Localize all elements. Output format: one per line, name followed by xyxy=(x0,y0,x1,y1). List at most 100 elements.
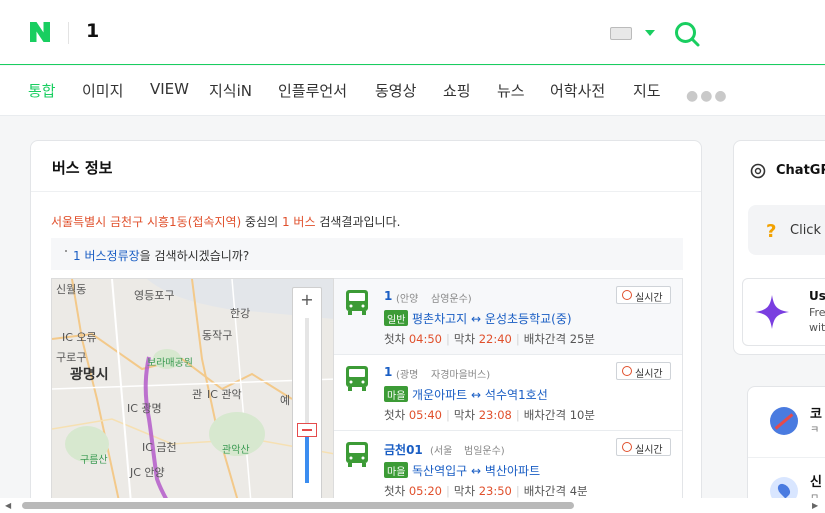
promo-card[interactable]: Use Fre with xyxy=(742,278,825,346)
summary-tail: 검색결과입니다. xyxy=(315,215,401,229)
bus-number[interactable]: 1 xyxy=(384,365,392,379)
route-origin: 개운아파트 xyxy=(412,388,468,402)
bus-number[interactable]: 1 xyxy=(384,289,392,303)
card-title: 버스 정보 xyxy=(52,159,113,177)
clock-icon xyxy=(622,290,632,300)
route-item[interactable]: 1 (광명 자경마을버스) 실시간 마을 개운아파트 ↔ 석수역1호선 첫차 0… xyxy=(334,355,682,431)
search-input[interactable]: 1 xyxy=(86,20,99,42)
promo-title: Use xyxy=(809,289,825,303)
map-label: 한강 xyxy=(230,307,251,320)
map-label: 신월동 xyxy=(56,283,87,296)
clock-icon xyxy=(622,366,632,376)
bus-region: (광명 xyxy=(396,370,419,381)
first-bus-time: 05:40 xyxy=(408,408,442,422)
more-icon[interactable]: ●●● xyxy=(686,88,729,104)
tab-integrated[interactable]: 통합 xyxy=(28,80,56,101)
sparkle-icon xyxy=(755,295,789,329)
map-label: 구름산 xyxy=(80,455,108,466)
tab-view[interactable]: VIEW xyxy=(150,80,189,98)
zoom-in-button[interactable]: + xyxy=(293,290,321,309)
tab-news[interactable]: 뉴스 xyxy=(497,80,525,101)
bus-company: 자경마을버스) xyxy=(431,370,491,381)
tab-dictionary[interactable]: 어학사전 xyxy=(550,80,605,101)
bus-icon xyxy=(346,366,368,391)
map-label: 관 xyxy=(192,388,203,401)
chatgpt-click-box[interactable]: ? Click xyxy=(748,205,825,255)
horizontal-scrollbar[interactable]: ◀ ▶ xyxy=(0,498,825,513)
bus-type-badge: 마을 xyxy=(384,386,409,402)
summary-location[interactable]: 서울특별시 금천구 시흥1동(접속지역) xyxy=(51,215,241,229)
route-item[interactable]: 금천01 (서울 범일운수) 실시간 마을 독산역입구 ↔ 벽산아파트 첫차 0… xyxy=(334,431,682,507)
map-label: 구로구 xyxy=(56,351,87,364)
map-label: IC 오류 xyxy=(62,331,97,344)
first-bus-time: 05:20 xyxy=(408,484,442,498)
bus-interval: 배차간격 10분 xyxy=(523,408,595,422)
route-destination: 벽산아파트 xyxy=(484,464,541,478)
route-map[interactable]: 신월동 영등포구 동작구 구로구 광명시 한강 IC 오류 IC 광명 IC 금… xyxy=(51,278,334,512)
last-label: 막차 xyxy=(453,332,476,346)
bus-type-badge: 일반 xyxy=(384,310,409,326)
keyboard-icon[interactable] xyxy=(610,27,632,40)
stop-search-link[interactable]: 1 버스정류장 xyxy=(73,249,140,263)
route-path: 평촌차고지 ↔ 운성초등학교(중) xyxy=(412,310,572,327)
realtime-button[interactable]: 실시간 xyxy=(616,362,671,380)
scroll-right-icon[interactable]: ▶ xyxy=(812,501,818,510)
arrow-icon: ↔ xyxy=(471,464,482,478)
map-label: JC 안양 xyxy=(130,466,165,479)
map-label: IC 관악 xyxy=(207,388,242,401)
map-label: 동작구 xyxy=(202,329,233,342)
route-times: 첫차 05:20 | 막차 23:50 | 배차간격 4분 xyxy=(384,484,588,498)
realtime-button[interactable]: 실시간 xyxy=(616,286,671,304)
first-label: 첫차 xyxy=(384,332,406,346)
tab-map[interactable]: 지도 xyxy=(633,80,661,101)
last-label: 막차 xyxy=(453,408,476,422)
realtime-button[interactable]: 실시간 xyxy=(616,438,671,456)
search-header: 1 xyxy=(0,0,825,65)
route-item[interactable]: 1 (안양 삼영운수) 실시간 일반 평촌차고지 ↔ 운성초등학교(중) 첫차 … xyxy=(334,279,682,355)
bus-info-card: 버스 정보 서울특별시 금천구 시흥1동(접속지역) 중심의 1 버스 검색결과… xyxy=(30,140,702,513)
tab-kin[interactable]: 지식iN xyxy=(209,80,252,101)
tab-shopping[interactable]: 쇼핑 xyxy=(443,80,471,101)
widget-title[interactable]: 신 xyxy=(810,471,822,490)
bus-icon xyxy=(346,290,368,315)
promo-line: Fre xyxy=(809,306,825,319)
naver-logo-icon[interactable] xyxy=(28,20,52,44)
last-bus-time: 22:40 xyxy=(478,332,512,346)
realtime-label: 실시간 xyxy=(635,445,663,456)
hint-tail: 을 검색하시겠습니까? xyxy=(139,249,250,263)
last-label: 막차 xyxy=(453,484,476,498)
route-times: 첫차 04:50 | 막차 22:40 | 배차간격 25분 xyxy=(384,332,595,346)
click-label: Click xyxy=(790,223,821,238)
zoom-slider-handle[interactable] xyxy=(297,423,317,438)
realtime-label: 실시간 xyxy=(635,293,663,304)
widget-divider xyxy=(748,457,825,458)
scrollbar-thumb[interactable] xyxy=(22,502,574,509)
route-origin: 독산역입구 xyxy=(412,464,468,478)
summary-middle: 중심의 xyxy=(241,215,282,229)
realtime-label: 실시간 xyxy=(635,369,663,380)
tab-video[interactable]: 동영상 xyxy=(375,80,416,101)
zoom-level-fill xyxy=(305,430,309,483)
bus-interval: 배차간격 25분 xyxy=(523,332,595,346)
first-bus-time: 04:50 xyxy=(408,332,442,346)
bus-number[interactable]: 금천01 xyxy=(384,441,423,458)
bus-company: 범일운수) xyxy=(464,446,505,457)
map-label: IC 광명 xyxy=(127,402,162,415)
search-icon[interactable] xyxy=(673,20,701,48)
tab-influencer[interactable]: 인플루언서 xyxy=(278,80,347,101)
question-icon: ? xyxy=(766,221,777,242)
search-summary: 서울특별시 금천구 시흥1동(접속지역) 중심의 1 버스 검색결과입니다. xyxy=(51,213,400,230)
block-icon xyxy=(770,407,798,435)
map-label: 예 xyxy=(280,394,291,407)
widget-title[interactable]: 코 xyxy=(810,403,822,422)
promo-line: with xyxy=(809,321,825,334)
clock-icon xyxy=(622,442,632,452)
arrow-icon: ↔ xyxy=(471,388,482,402)
chevron-down-icon[interactable] xyxy=(645,30,655,36)
bus-region: (서울 xyxy=(430,446,453,457)
scroll-left-icon[interactable]: ◀ xyxy=(5,501,11,510)
tab-images[interactable]: 이미지 xyxy=(82,80,123,101)
route-path: 독산역입구 ↔ 벽산아파트 xyxy=(412,462,540,479)
route-origin: 평촌차고지 xyxy=(412,312,468,326)
chatgpt-panel: ChatGPT ? Click Use Fre with xyxy=(733,140,825,355)
